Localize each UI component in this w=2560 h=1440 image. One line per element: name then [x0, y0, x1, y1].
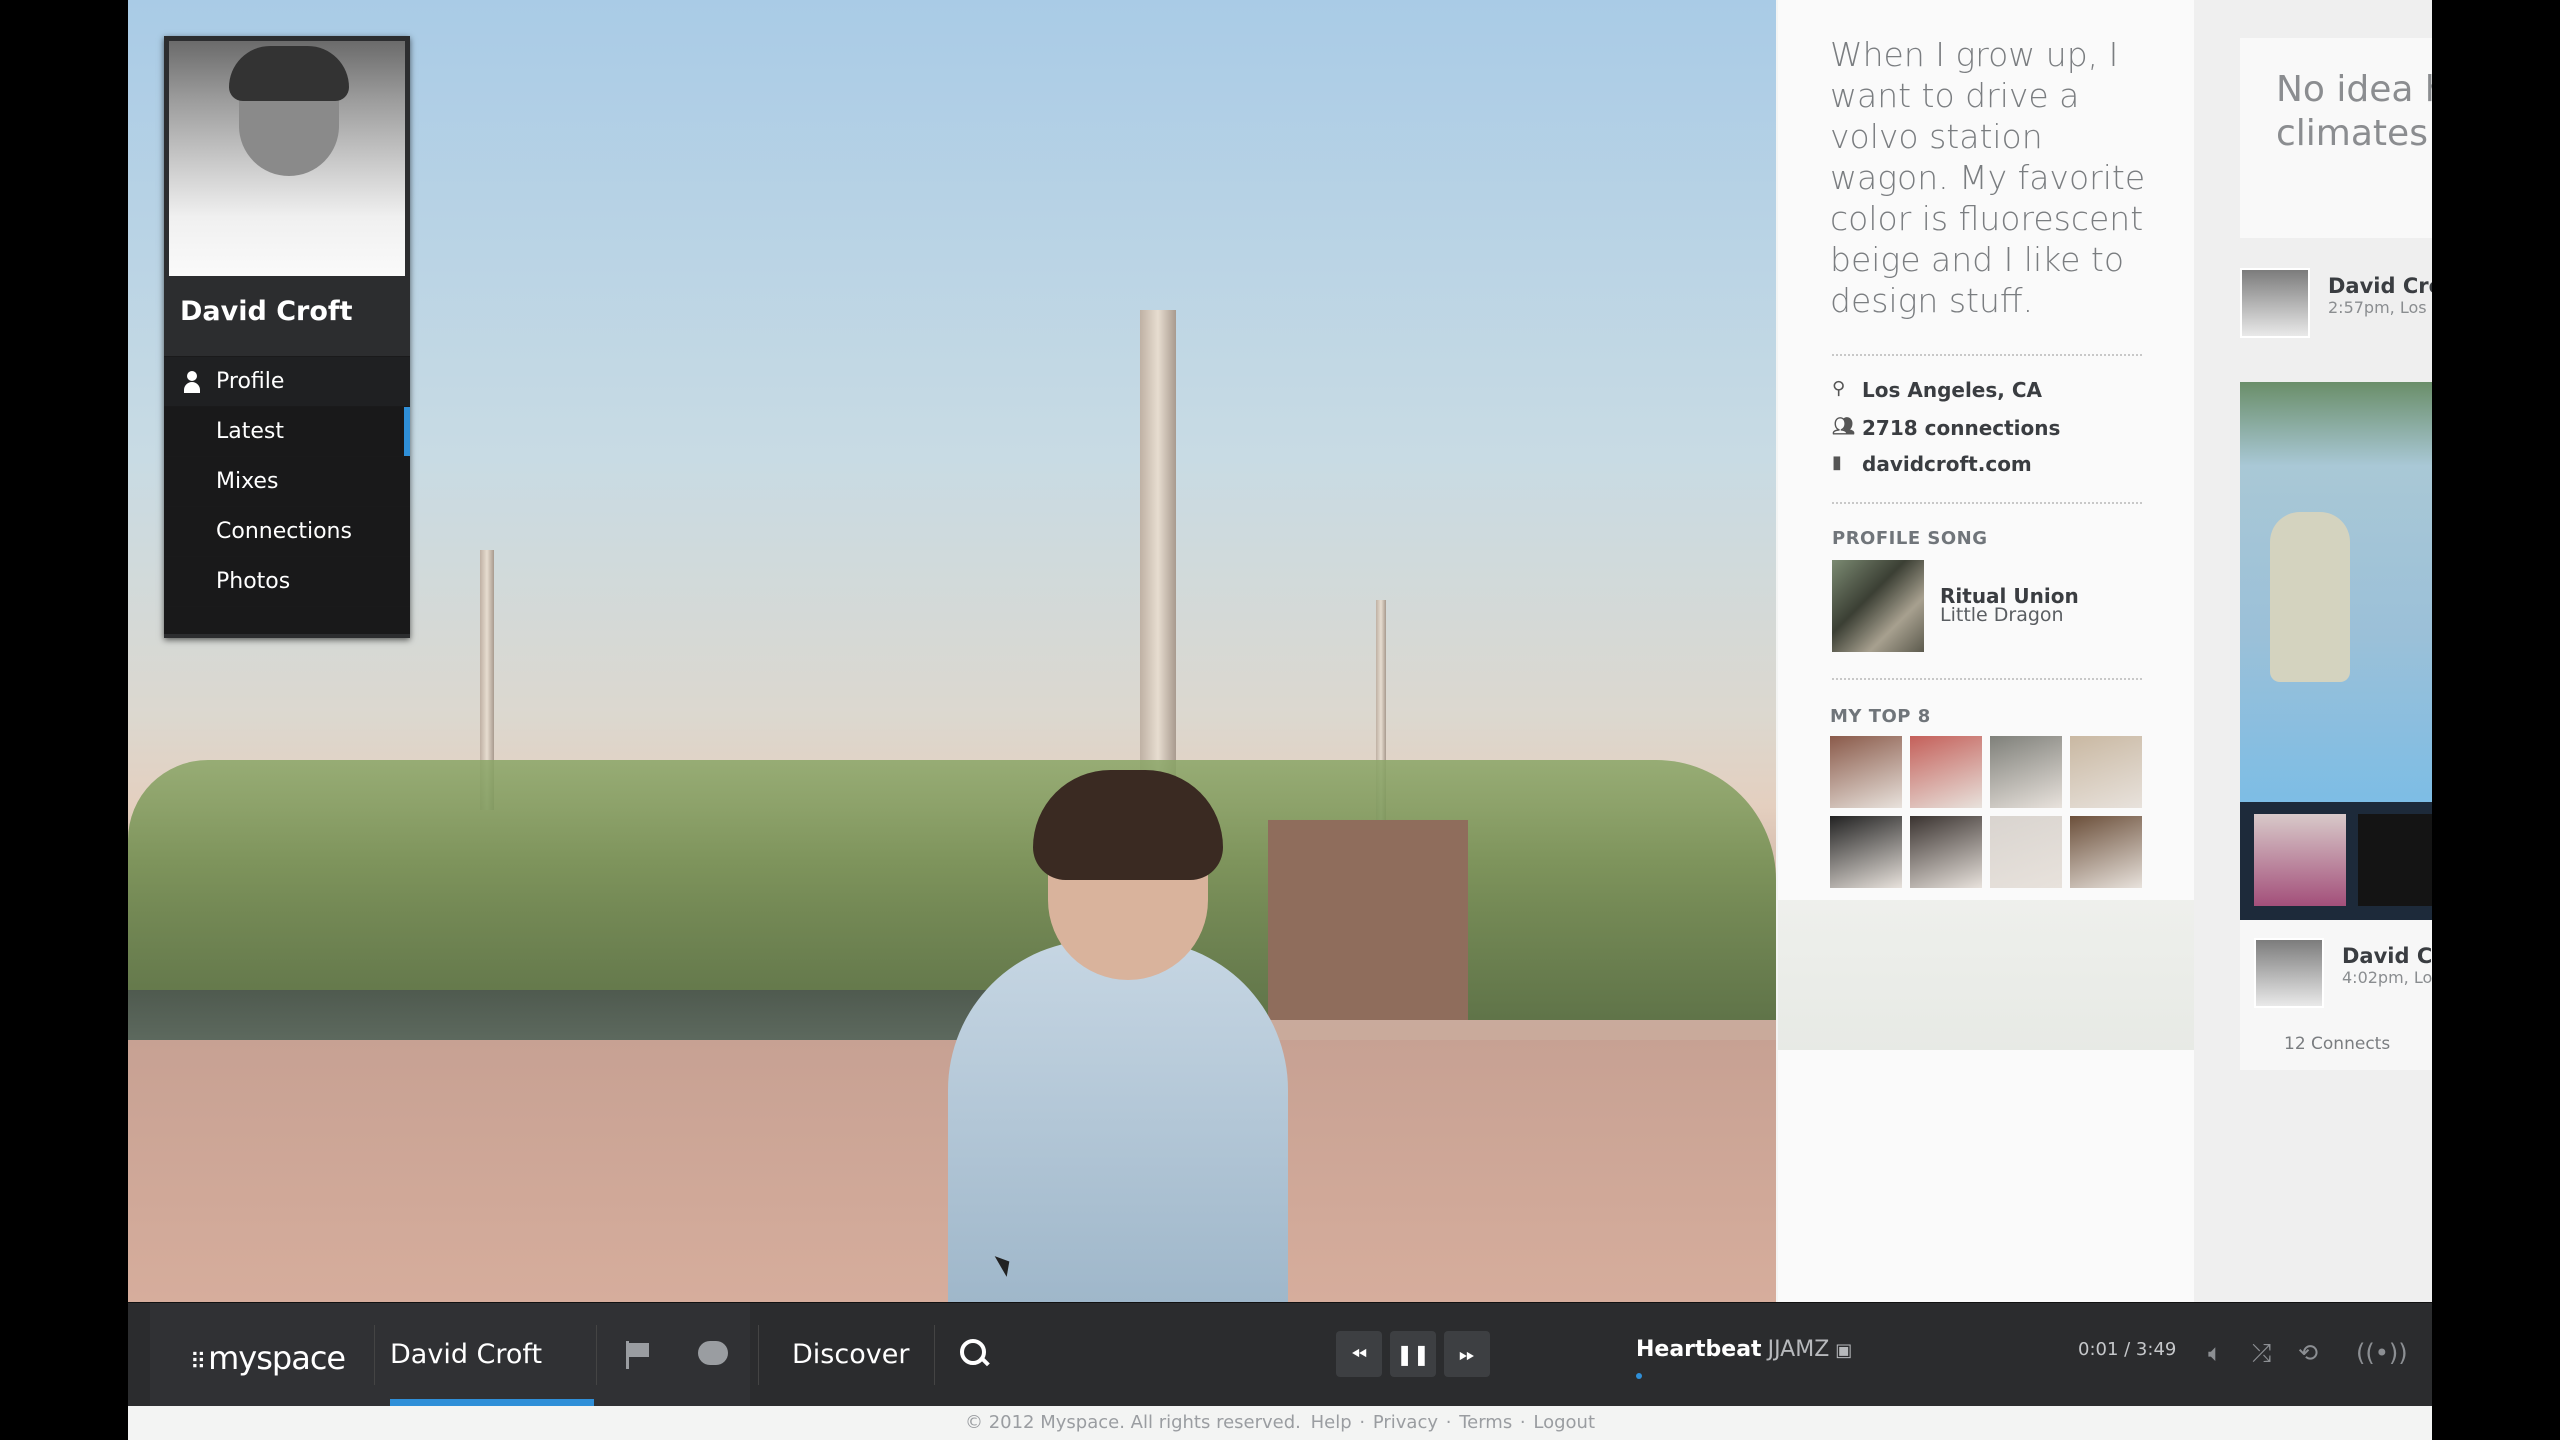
avatar[interactable] — [2240, 268, 2310, 338]
connections-count[interactable]: 👥︎ 2718 connections — [1832, 416, 2060, 440]
video-icon[interactable]: ▣ — [1835, 1340, 1852, 1361]
bookmark-icon: ▮ — [1832, 452, 1842, 473]
bio-panel: When I grow up, I want to drive a volvo … — [1778, 0, 2194, 1302]
nav-item-photos[interactable]: Photos — [164, 556, 410, 606]
logo-text: myspace — [208, 1339, 346, 1377]
divider — [1832, 354, 2142, 356]
copyright: © 2012 Myspace. All rights reserved. — [964, 1412, 1301, 1433]
top8-friend-avatar[interactable] — [1830, 736, 1902, 808]
separator — [934, 1325, 935, 1385]
feed-thumbnails — [2240, 802, 2432, 920]
feed-author[interactable]: David Cro — [2328, 274, 2432, 298]
faded-photo — [1778, 900, 2194, 1050]
nav-item-mixes[interactable]: Mixes — [164, 456, 410, 506]
feed-time: 4:02pm, Los — [2342, 968, 2432, 987]
website-link[interactable]: ▮ davidcroft.com — [1832, 452, 2032, 476]
fast-forward-button[interactable]: ⏩︎ — [1444, 1331, 1490, 1377]
footer-link-help[interactable]: Help — [1309, 1412, 1354, 1433]
top8-friend-avatar[interactable] — [2070, 736, 2142, 808]
location-text: Los Angeles, CA — [1862, 378, 2042, 402]
separator — [758, 1325, 759, 1385]
feed-column: No idea hclimates g David Cro 2:57pm, Lo… — [2194, 0, 2432, 1302]
myspace-logo[interactable]: ⠿myspace — [190, 1339, 346, 1377]
nav-item-label: Mixes — [216, 469, 279, 494]
track-title: Heartbeat — [1636, 1337, 1762, 1362]
profile-name[interactable]: David Croft — [180, 296, 353, 327]
bio-text: When I grow up, I want to drive a volvo … — [1830, 35, 2146, 320]
thumbnail[interactable] — [2358, 814, 2432, 906]
nav-spacer — [164, 606, 410, 634]
top8-label: MY TOP 8 — [1830, 706, 1931, 727]
location: ⚲ Los Angeles, CA — [1832, 378, 2042, 402]
top8-friend-avatar[interactable] — [1990, 736, 2062, 808]
people-icon: 👥︎ — [1832, 416, 1855, 437]
user-tab[interactable]: David Croft — [390, 1339, 542, 1370]
chat-icon[interactable] — [698, 1341, 728, 1365]
comment-text: No idea hclimates g — [2276, 69, 2432, 154]
thumbnail[interactable] — [2254, 814, 2346, 906]
logo-dots-icon: ⠿ — [190, 1350, 207, 1375]
divider — [1832, 502, 2142, 504]
nav-item-label: Connections — [216, 519, 352, 544]
track-time: 0:01 / 3:49 — [2078, 1339, 2177, 1360]
top8-friend-avatar[interactable] — [1990, 816, 2062, 888]
person-icon — [182, 371, 202, 393]
connections-text: 2718 connections — [1862, 416, 2061, 440]
pause-button[interactable]: ❚❚ — [1390, 1331, 1436, 1377]
top8-friend-avatar[interactable] — [2070, 816, 2142, 888]
profile-card: David Croft Profile Latest Mixes Connect… — [164, 36, 410, 638]
connects-count[interactable]: 12 Connects — [2284, 1034, 2390, 1054]
top8-friend-avatar[interactable] — [1910, 816, 1982, 888]
profile-nav: Profile Latest Mixes Connections Photos — [164, 356, 410, 634]
pole — [1140, 310, 1176, 810]
song-artist[interactable]: Little Dragon — [1940, 604, 2064, 626]
feed-image[interactable] — [2240, 382, 2432, 802]
profile-song-label: PROFILE SONG — [1832, 528, 1988, 549]
avatar[interactable] — [169, 41, 405, 276]
avatar[interactable] — [2254, 938, 2324, 1008]
separator — [596, 1325, 597, 1385]
broadcast-icon[interactable]: ((•)) — [2356, 1339, 2408, 1367]
volume-icon[interactable]: 🔈︎ — [2208, 1339, 2222, 1367]
top8-friend-avatar[interactable] — [1910, 736, 1982, 808]
track-artist: JJAMZ — [1767, 1337, 1830, 1362]
website-text: davidcroft.com — [1862, 452, 2032, 476]
treeline — [128, 760, 1776, 1020]
nav-item-label: Photos — [216, 569, 291, 594]
bottom-bar: ⠿myspace David Croft Discover ⏪︎ ❚❚ ⏩︎ H… — [128, 1302, 2432, 1407]
flag-icon[interactable] — [626, 1341, 652, 1369]
repeat-icon[interactable]: ⟲ — [2298, 1339, 2318, 1367]
feed-author[interactable]: David Cr — [2342, 944, 2432, 968]
hut — [1268, 820, 1468, 1020]
now-playing[interactable]: Heartbeat JJAMZ ▣ — [1636, 1337, 1852, 1362]
location-pin-icon: ⚲ — [1832, 378, 1846, 399]
divider — [1832, 678, 2142, 680]
nav-item-latest[interactable]: Latest — [164, 406, 410, 457]
nav-item-label: Latest — [216, 419, 284, 444]
rewind-button[interactable]: ⏪︎ — [1336, 1331, 1382, 1377]
footer-link-logout[interactable]: Logout — [1531, 1412, 1597, 1433]
page: David Croft Profile Latest Mixes Connect… — [128, 0, 2432, 1440]
footer-link-privacy[interactable]: Privacy — [1371, 1412, 1440, 1433]
top8-grid — [1830, 736, 2142, 888]
shuffle-icon[interactable]: ⤮ — [2252, 1339, 2271, 1367]
nav-profile-label: Profile — [216, 369, 285, 394]
feed-time: 2:57pm, Los A — [2328, 298, 2432, 317]
comment-bubble: No idea hclimates g — [2240, 38, 2432, 238]
top8-friend-avatar[interactable] — [1830, 816, 1902, 888]
footer: © 2012 Myspace. All rights reserved. Hel… — [128, 1406, 2432, 1440]
separator — [374, 1325, 375, 1385]
person-hair — [1033, 770, 1223, 880]
search-icon[interactable] — [960, 1339, 990, 1369]
person — [948, 940, 1288, 1302]
robot-figure — [2270, 512, 2350, 682]
nav-profile[interactable]: Profile — [164, 356, 410, 406]
music-player: ⏪︎ ❚❚ ⏩︎ Heartbeat JJAMZ ▣ — [1336, 1325, 1976, 1385]
progress-indicator[interactable] — [1636, 1373, 1642, 1379]
footer-link-terms[interactable]: Terms — [1457, 1412, 1514, 1433]
album-art[interactable] — [1832, 560, 1924, 652]
discover-tab[interactable]: Discover — [792, 1339, 909, 1370]
nav-item-connections[interactable]: Connections — [164, 506, 410, 556]
